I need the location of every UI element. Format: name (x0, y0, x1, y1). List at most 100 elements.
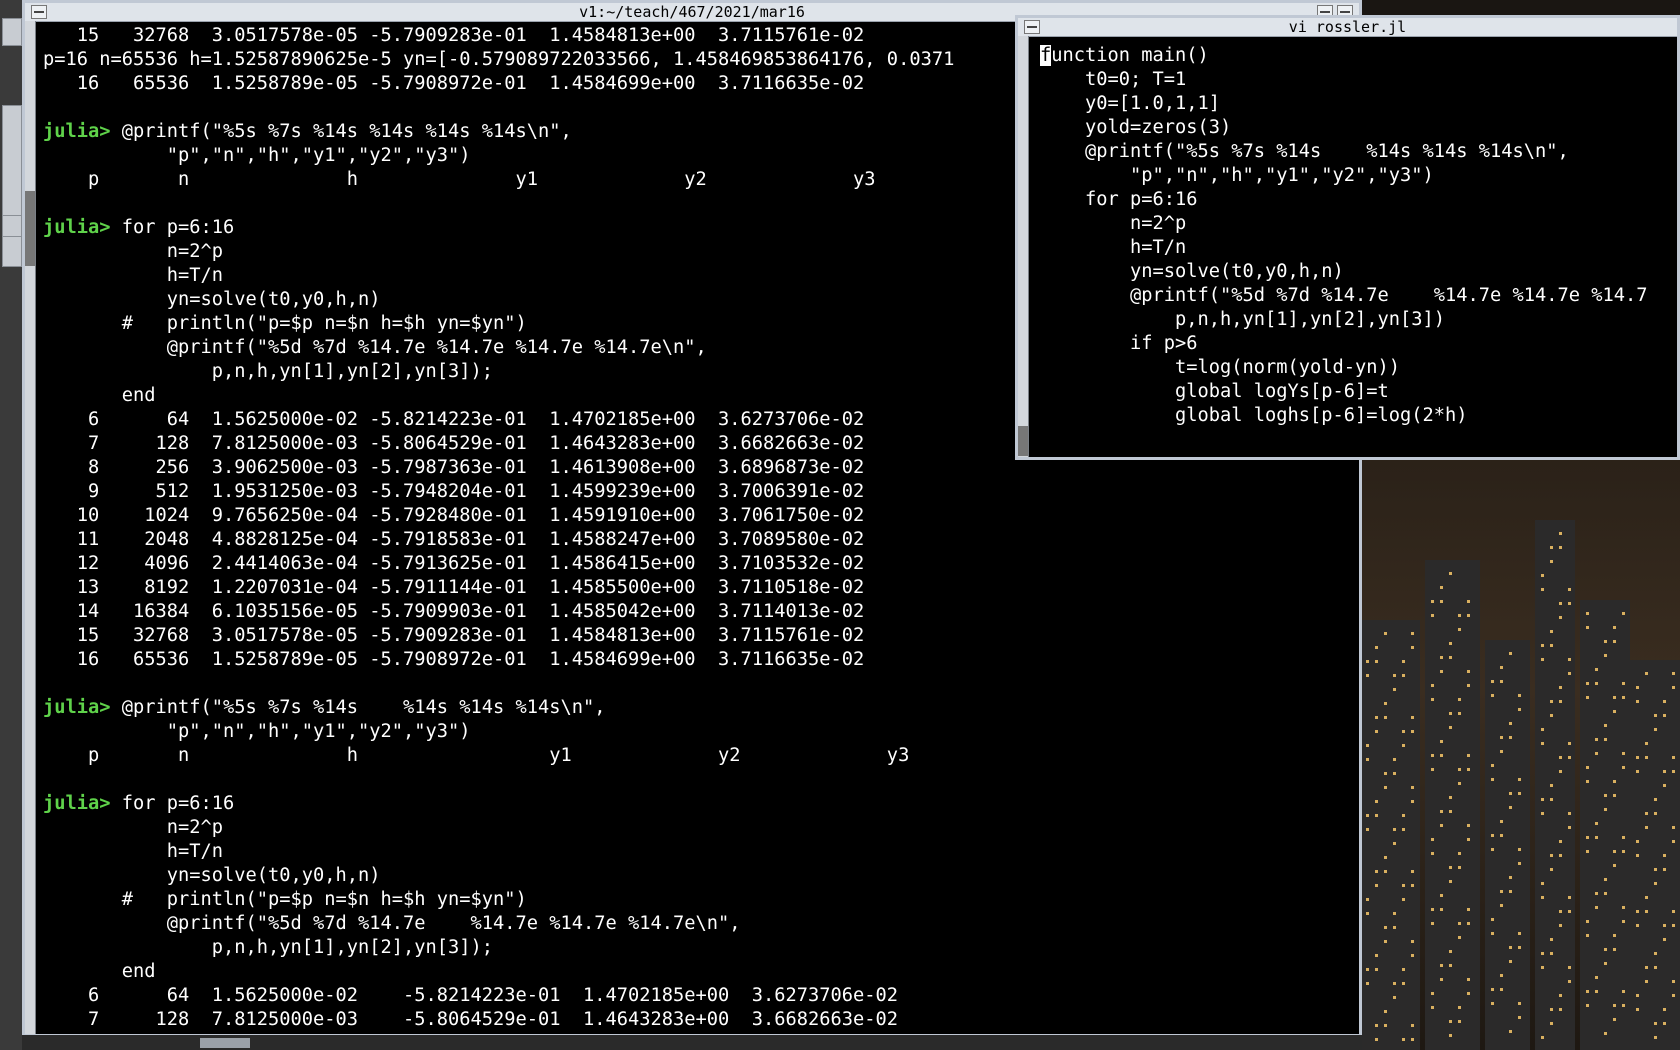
window-light (1518, 1016, 1521, 1019)
editor-line: for p=6:16 (1040, 189, 1198, 210)
window-light (1411, 870, 1414, 873)
window-light (1550, 784, 1553, 787)
window-light (1663, 924, 1666, 927)
building-silhouette (1360, 620, 1420, 1050)
window-light (1518, 932, 1521, 935)
editor-line: if p>6 (1040, 333, 1198, 354)
window-light (1384, 632, 1387, 635)
window-light (1663, 868, 1666, 871)
window-light (1431, 600, 1434, 603)
editor-window: vi rossler.jl function main() t0=0; T=1 … (1015, 15, 1680, 460)
window-light (1500, 736, 1503, 739)
taskbar-item[interactable] (200, 1038, 250, 1048)
window-light (1559, 546, 1562, 549)
window-light (1645, 756, 1648, 759)
window-light (1586, 766, 1589, 769)
window-light (1393, 842, 1396, 845)
window-light (1541, 1036, 1544, 1039)
window-light (1509, 652, 1512, 655)
editor-window-menu-button[interactable] (1024, 20, 1040, 34)
dock-icon[interactable] (2, 18, 22, 46)
window-light (1384, 772, 1387, 775)
terminal-line: 7 128 7.8125000e-03 -5.8064529e-01 1.464… (43, 1009, 899, 1030)
window-light (1402, 968, 1405, 971)
window-light (1509, 946, 1512, 949)
window-light (1366, 982, 1369, 985)
window-light (1411, 646, 1414, 649)
window-light (1431, 614, 1434, 617)
terminal-title: v1:~/teach/467/2021/mar16 (579, 3, 805, 21)
window-light (1595, 836, 1598, 839)
editor-titlebar[interactable]: vi rossler.jl (1018, 18, 1677, 37)
window-light (1550, 1008, 1553, 1011)
window-light (1449, 642, 1452, 645)
window-light (1636, 700, 1639, 703)
window-light (1509, 722, 1512, 725)
dock-panel[interactable] (2, 105, 22, 267)
window-light (1636, 840, 1639, 843)
terminal-line: 11 2048 4.8828125e-04 -5.7918583e-01 1.4… (43, 529, 865, 550)
window-light (1375, 730, 1378, 733)
window-light (1467, 614, 1470, 617)
window-light (1509, 736, 1512, 739)
editor-line: yn=solve(t0,y0,h,n) (1040, 261, 1344, 282)
window-light (1411, 954, 1414, 957)
terminal-line: @printf("%5d %7d %14.7e %14.7e %14.7e %1… (43, 913, 741, 934)
window-light (1654, 1036, 1657, 1039)
window-light (1458, 768, 1461, 771)
window-light (1645, 910, 1648, 913)
editor-buffer[interactable]: function main() t0=0; T=1 y0=[1.0,1,1] y… (1040, 44, 1648, 428)
window-light (1384, 926, 1387, 929)
window-light (1467, 908, 1470, 911)
terminal-line: n=2^p (43, 241, 224, 262)
window-light (1672, 672, 1675, 675)
window-light (1467, 600, 1470, 603)
window-light (1402, 982, 1405, 985)
editor-scrollbar[interactable] (1018, 36, 1029, 457)
window-light (1672, 924, 1675, 927)
window-light (1402, 744, 1405, 747)
window-light (1393, 996, 1396, 999)
window-light (1613, 696, 1616, 699)
window-light (1613, 626, 1616, 629)
window-light (1613, 1018, 1616, 1021)
window-light (1663, 1008, 1666, 1011)
window-light (1366, 828, 1369, 831)
window-light (1636, 994, 1639, 997)
window-light (1467, 838, 1470, 841)
window-light (1491, 1002, 1494, 1005)
terminal-line: end (43, 385, 156, 406)
building-silhouette (1425, 560, 1480, 1050)
editor-title: vi rossler.jl (1288, 18, 1407, 36)
window-light (1604, 794, 1607, 797)
window-light (1366, 968, 1369, 971)
window-light (1458, 936, 1461, 939)
window-light (1541, 728, 1544, 731)
window-light (1550, 630, 1553, 633)
window-light (1568, 980, 1571, 983)
scrollbar-thumb[interactable] (25, 191, 35, 266)
terminal-scrollbar[interactable] (25, 21, 36, 1034)
window-light (1568, 910, 1571, 913)
window-light (1541, 952, 1544, 955)
terminal-line: "p","n","h","y1","y2","y3") (43, 145, 471, 166)
window-light (1550, 938, 1553, 941)
window-light (1402, 660, 1405, 663)
window-light (1613, 710, 1616, 713)
window-light (1622, 1004, 1625, 1007)
window-light (1431, 838, 1434, 841)
window-light (1636, 770, 1639, 773)
window-light (1654, 714, 1657, 717)
dock-icon-small[interactable] (2, 215, 22, 237)
window-light (1449, 726, 1452, 729)
window-light (1550, 644, 1553, 647)
window-menu-button[interactable] (31, 5, 47, 19)
window-light (1491, 764, 1494, 767)
window-light (1541, 658, 1544, 661)
window-light (1402, 1038, 1405, 1041)
editor-scrollbar-thumb[interactable] (1018, 426, 1028, 456)
terminal-output[interactable]: 15 32768 3.0517578e-05 -5.7909283e-01 1.… (43, 24, 954, 1032)
window-light (1431, 852, 1434, 855)
editor-line: global logYs[p-6]=t (1040, 381, 1389, 402)
window-light (1431, 698, 1434, 701)
